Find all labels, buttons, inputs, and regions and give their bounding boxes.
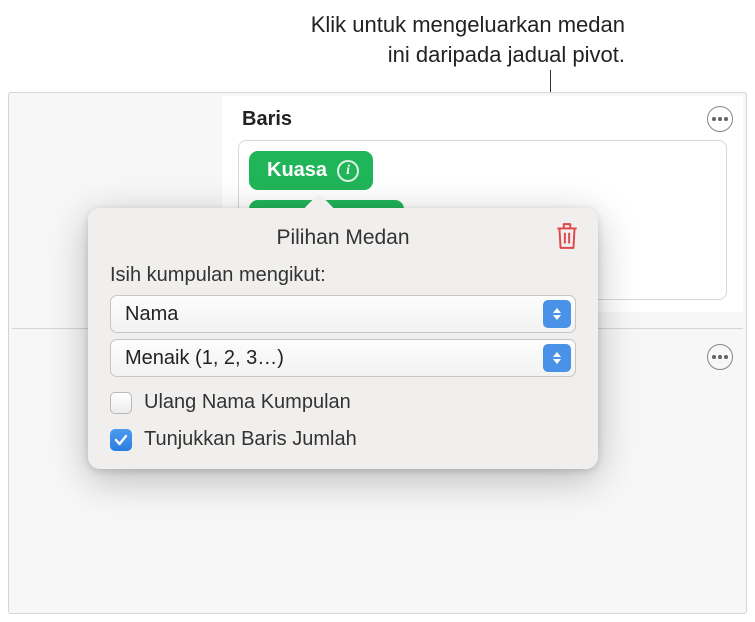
repeat-group-names-checkbox[interactable] <box>110 392 132 414</box>
callout-text-line2: ini daripada jadual pivot. <box>388 42 625 67</box>
checkbox-row-totals: Tunjukkan Baris Jumlah <box>110 428 576 451</box>
sort-by-label: Isih kumpulan mengikut: <box>110 264 576 287</box>
sort-field-select[interactable]: Nama <box>110 295 576 333</box>
section-header: Baris <box>222 96 743 140</box>
show-totals-checkbox[interactable] <box>110 429 132 451</box>
popover-title: Pilihan Medan <box>110 226 576 250</box>
checkbox-label: Tunjukkan Baris Jumlah <box>144 428 357 451</box>
ellipsis-icon <box>712 117 728 121</box>
section-title: Baris <box>242 108 292 131</box>
check-icon <box>114 433 128 447</box>
ellipsis-icon <box>712 355 728 359</box>
field-pill-label: Kuasa <box>267 159 327 182</box>
trash-icon <box>554 222 580 250</box>
chevron-updown-icon <box>543 300 571 328</box>
chevron-updown-icon <box>543 344 571 372</box>
delete-field-button[interactable] <box>554 222 580 250</box>
more-options-button-2[interactable] <box>707 344 733 370</box>
more-options-button[interactable] <box>707 106 733 132</box>
callout-text-line1: Klik untuk mengeluarkan medan <box>311 12 625 37</box>
callout-annotation: Klik untuk mengeluarkan medan ini daripa… <box>130 10 625 69</box>
checkbox-row-repeat: Ulang Nama Kumpulan <box>110 391 576 414</box>
select-value: Menaik (1, 2, 3…) <box>125 347 284 370</box>
sort-order-select[interactable]: Menaik (1, 2, 3…) <box>110 339 576 377</box>
field-pill-kuasa[interactable]: Kuasa i <box>249 151 373 190</box>
field-options-popover: Pilihan Medan Isih kumpulan mengikut: Na… <box>88 208 598 469</box>
checkbox-label: Ulang Nama Kumpulan <box>144 391 351 414</box>
info-icon[interactable]: i <box>337 160 359 182</box>
select-value: Nama <box>125 303 178 326</box>
